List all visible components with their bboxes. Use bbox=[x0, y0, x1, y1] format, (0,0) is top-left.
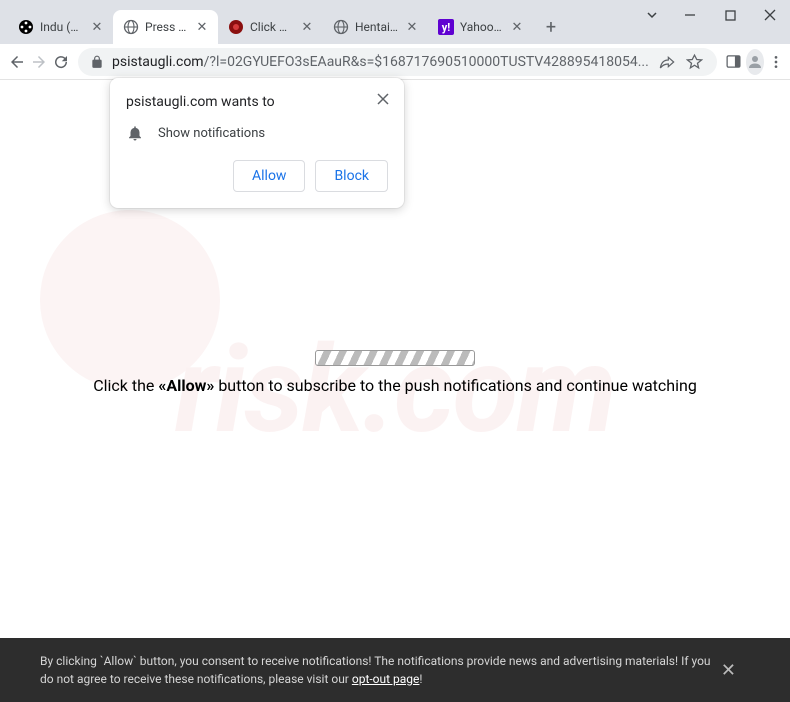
minimize-button[interactable] bbox=[670, 0, 710, 30]
menu-icon[interactable] bbox=[768, 48, 784, 76]
permission-popup: psistaugli.com wants to Show notificatio… bbox=[110, 78, 404, 208]
prompt-text: Click the «Allow» button to subscribe to… bbox=[93, 376, 697, 395]
close-icon[interactable]: ✕ bbox=[194, 19, 210, 35]
prompt-pre: Click the bbox=[93, 376, 158, 395]
close-icon[interactable]: ✕ bbox=[717, 657, 740, 684]
red-dot-icon bbox=[228, 19, 244, 35]
forward-button[interactable] bbox=[30, 48, 48, 76]
chevron-down-icon[interactable] bbox=[634, 0, 670, 30]
star-icon[interactable] bbox=[685, 53, 705, 70]
permission-row: Show notifications bbox=[126, 124, 388, 142]
titlebar: Indu (202 ✕ Press Allo ✕ Click Allo ✕ He… bbox=[0, 0, 790, 44]
share-icon[interactable] bbox=[657, 54, 677, 70]
allow-button[interactable]: Allow bbox=[233, 160, 305, 192]
svg-text:y!: y! bbox=[442, 21, 451, 34]
close-icon[interactable]: ✕ bbox=[509, 19, 525, 35]
side-panel-icon[interactable] bbox=[725, 48, 742, 76]
tab-3[interactable]: Hentai Ha ✕ bbox=[323, 10, 428, 44]
yahoo-icon: y! bbox=[438, 19, 454, 35]
address-bar[interactable]: psistaugli.com/?l=02GYUEFO3sEAauR&s=$168… bbox=[78, 48, 717, 76]
tab-0[interactable]: Indu (202 ✕ bbox=[8, 10, 113, 44]
close-icon[interactable]: ✕ bbox=[404, 19, 420, 35]
tab-title: Indu (202 bbox=[40, 20, 83, 34]
tab-title: Click Allo bbox=[250, 20, 293, 34]
new-tab-button[interactable]: + bbox=[537, 13, 565, 41]
prompt-post: button to subscribe to the push notifica… bbox=[214, 376, 696, 395]
close-icon[interactable]: ✕ bbox=[89, 19, 105, 35]
permission-title: psistaugli.com wants to bbox=[126, 94, 388, 110]
consent-text: By clicking `Allow` button, you consent … bbox=[40, 652, 717, 688]
url-host: psistaugli.com bbox=[112, 54, 204, 70]
tab-2[interactable]: Click Allo ✕ bbox=[218, 10, 323, 44]
consent-line2: ! bbox=[419, 672, 422, 686]
close-icon[interactable]: ✕ bbox=[299, 19, 315, 35]
window-controls bbox=[634, 0, 790, 30]
tab-title: Press Allo bbox=[145, 20, 188, 34]
tab-4[interactable]: y! Yahoo | M ✕ bbox=[428, 10, 533, 44]
close-window-button[interactable] bbox=[750, 0, 790, 30]
url-text: psistaugli.com/?l=02GYUEFO3sEAauR&s=$168… bbox=[112, 54, 649, 70]
globe-icon bbox=[123, 19, 139, 35]
bell-icon bbox=[126, 124, 144, 142]
maximize-button[interactable] bbox=[710, 0, 750, 30]
close-icon[interactable] bbox=[374, 90, 392, 108]
globe-icon bbox=[333, 19, 349, 35]
reload-button[interactable] bbox=[52, 48, 70, 76]
lock-icon bbox=[90, 55, 104, 69]
back-button[interactable] bbox=[8, 48, 26, 76]
tab-1[interactable]: Press Allo ✕ bbox=[113, 10, 218, 44]
permission-row-text: Show notifications bbox=[158, 126, 265, 141]
tabs-row: Indu (202 ✕ Press Allo ✕ Click Allo ✕ He… bbox=[8, 10, 565, 44]
block-button[interactable]: Block bbox=[315, 160, 388, 192]
url-path: /?l=02GYUEFO3sEAauR&s=$168717690510000TU… bbox=[204, 54, 649, 70]
tab-title: Yahoo | M bbox=[460, 20, 503, 34]
tab-title: Hentai Ha bbox=[355, 20, 398, 34]
prompt-bold: «Allow» bbox=[158, 376, 214, 395]
film-icon bbox=[18, 19, 34, 35]
opt-out-link[interactable]: opt-out page bbox=[352, 672, 420, 686]
toolbar: psistaugli.com/?l=02GYUEFO3sEAauR&s=$168… bbox=[0, 44, 790, 80]
page-center: Click the «Allow» button to subscribe to… bbox=[0, 350, 790, 395]
profile-avatar[interactable] bbox=[746, 49, 764, 75]
consent-bar: By clicking `Allow` button, you consent … bbox=[0, 638, 790, 702]
progress-loader bbox=[315, 350, 475, 366]
